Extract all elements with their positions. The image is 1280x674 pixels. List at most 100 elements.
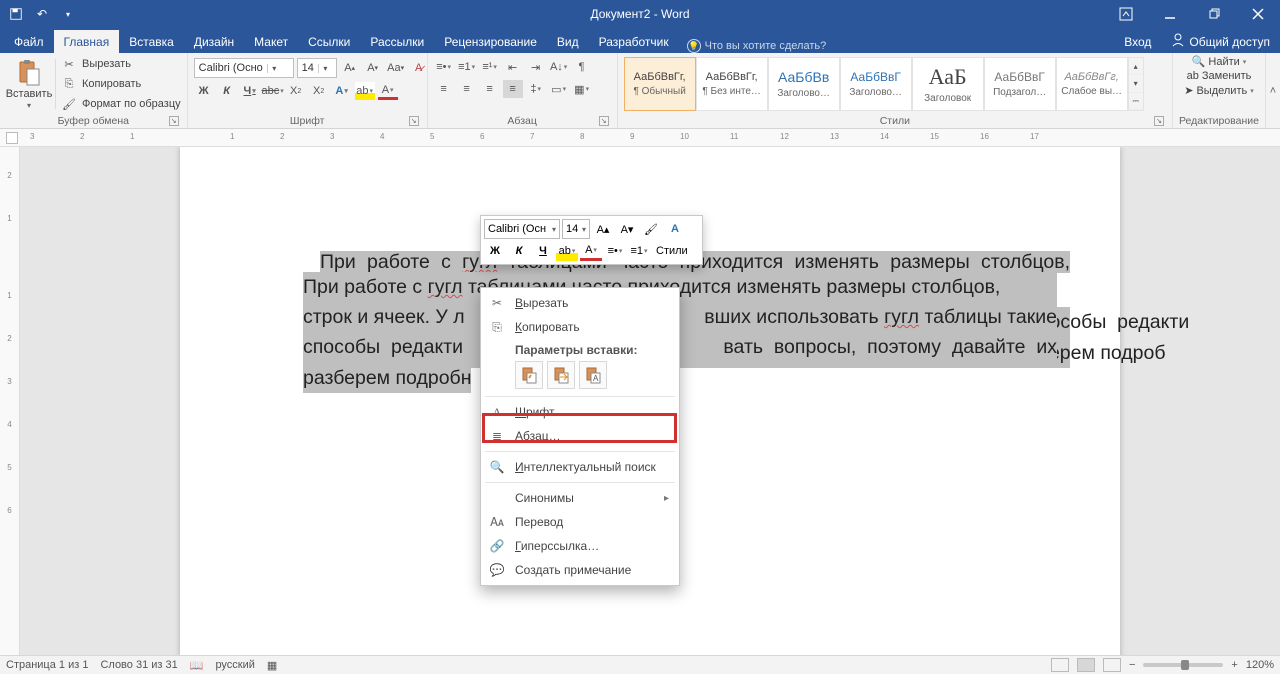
mini-bullets[interactable]: ≡•	[604, 241, 626, 261]
tab-design[interactable]: Дизайн	[184, 30, 244, 53]
ctx-cut[interactable]: ✂Вырезать	[481, 291, 679, 315]
mini-bold[interactable]: Ж	[484, 241, 506, 261]
styles-more[interactable]: ▴▾⎓	[1128, 57, 1144, 111]
save-icon[interactable]	[6, 4, 26, 24]
qat-dropdown-icon[interactable]: ▾	[58, 4, 78, 24]
horizontal-ruler[interactable]: 3211234567891011121314151617	[0, 129, 1280, 147]
style-tile[interactable]: АаБбВвГг,¶ Без инте…	[696, 57, 768, 111]
mini-highlight[interactable]: ab	[556, 241, 578, 261]
language[interactable]: русский	[215, 659, 254, 671]
ctx-copy[interactable]: ⎘Копировать	[481, 315, 679, 339]
subscript-button[interactable]: X2	[286, 82, 306, 100]
change-case-icon[interactable]: Aa▾	[386, 59, 406, 77]
superscript-button[interactable]: X2	[309, 82, 329, 100]
copy-button[interactable]: ⎘Копировать	[59, 75, 181, 93]
clear-format-icon[interactable]: A̷	[409, 59, 429, 77]
ctx-translate[interactable]: 🗛Перевод	[481, 510, 679, 534]
style-tile[interactable]: АаБбВвГПодзагол…	[984, 57, 1056, 111]
ctx-paragraph[interactable]: ≣Абзац…	[481, 424, 679, 448]
strike-button[interactable]: abc	[263, 82, 283, 100]
tab-references[interactable]: Ссылки	[298, 30, 360, 53]
align-right-icon[interactable]: ≡	[480, 80, 500, 98]
text-effects-icon[interactable]: A	[332, 82, 352, 100]
style-tile[interactable]: АаБбВвГЗаголово…	[840, 57, 912, 111]
page-count[interactable]: Страница 1 из 1	[6, 659, 88, 671]
mini-font-color[interactable]: A	[580, 241, 602, 261]
style-tile[interactable]: АаБЗаголовок	[912, 57, 984, 111]
find-button[interactable]: 🔍Найти▾	[1192, 55, 1247, 68]
tab-mailings[interactable]: Рассылки	[360, 30, 434, 53]
mini-size-combo[interactable]: 14▾	[562, 219, 590, 239]
mini-numbering[interactable]: ≡1	[628, 241, 650, 261]
shrink-font-icon[interactable]: A▾	[363, 59, 383, 77]
show-marks-icon[interactable]: ¶	[572, 58, 592, 76]
style-tile[interactable]: АаБбВвГг,¶ Обычный	[624, 57, 696, 111]
style-tile[interactable]: АаБбВвГг,Слабое вы…	[1056, 57, 1128, 111]
tab-developer[interactable]: Разработчик	[589, 30, 679, 53]
tab-insert[interactable]: Вставка	[119, 30, 184, 53]
paste-button[interactable]: Вставить ▾	[6, 59, 52, 110]
decrease-indent-icon[interactable]: ⇤	[503, 58, 523, 76]
tab-selector[interactable]	[6, 132, 18, 144]
grow-font-icon[interactable]: A▴	[340, 59, 360, 77]
read-mode-icon[interactable]	[1051, 658, 1069, 672]
zoom-slider[interactable]	[1143, 663, 1223, 667]
sort-icon[interactable]: A↓	[549, 58, 569, 76]
mini-shrink-font-icon[interactable]: A▾	[616, 219, 638, 239]
share-button[interactable]: Общий доступ	[1161, 30, 1280, 53]
web-layout-icon[interactable]	[1103, 658, 1121, 672]
shading-icon[interactable]: ▭	[549, 80, 569, 98]
mini-italic[interactable]: К	[508, 241, 530, 261]
styles-dialog-launcher[interactable]: ↘	[1154, 116, 1164, 126]
borders-icon[interactable]: ▦	[572, 80, 592, 98]
highlight-icon[interactable]: ab	[355, 82, 375, 100]
justify-icon[interactable]: ≡	[503, 80, 523, 98]
mini-styles-icon[interactable]: A	[664, 219, 686, 239]
multilevel-icon[interactable]: ≡¹	[480, 58, 500, 76]
tab-home[interactable]: Главная	[54, 30, 120, 53]
sign-in-button[interactable]: Вход	[1114, 30, 1161, 53]
close-button[interactable]	[1236, 0, 1280, 28]
ctx-font[interactable]: AШрифт…	[481, 400, 679, 424]
proofing-icon[interactable]: 📖	[190, 659, 204, 672]
print-layout-icon[interactable]	[1077, 658, 1095, 672]
zoom-out-button[interactable]: −	[1129, 659, 1135, 671]
cut-button[interactable]: ✂Вырезать	[59, 55, 181, 73]
tab-review[interactable]: Рецензирование	[434, 30, 547, 53]
tab-layout[interactable]: Макет	[244, 30, 298, 53]
format-painter-button[interactable]: 🖌Формат по образцу	[59, 95, 181, 113]
style-tile[interactable]: АаБбВвЗаголово…	[768, 57, 840, 111]
font-size-combo[interactable]: 14▾	[297, 58, 337, 78]
para-dialog-launcher[interactable]: ↘	[599, 116, 609, 126]
bold-button[interactable]: Ж	[194, 82, 214, 100]
mini-styles-button[interactable]: Стили	[652, 241, 692, 261]
font-color-icon[interactable]: A	[378, 82, 398, 100]
paste-keep-source-icon[interactable]	[515, 361, 543, 389]
zoom-in-button[interactable]: +	[1231, 659, 1237, 671]
ctx-synonyms[interactable]: Синонимы	[481, 486, 679, 510]
font-dialog-launcher[interactable]: ↘	[409, 116, 419, 126]
mini-grow-font-icon[interactable]: A▴	[592, 219, 614, 239]
select-button[interactable]: ➤Выделить▾	[1184, 84, 1253, 97]
align-left-icon[interactable]: ≡	[434, 80, 454, 98]
tell-me-box[interactable]: 💡 Что вы хотите сделать?	[687, 39, 827, 53]
ctx-smart-lookup[interactable]: 🔍Интеллектуальный поиск	[481, 455, 679, 479]
paste-text-only-icon[interactable]: A	[579, 361, 607, 389]
word-count[interactable]: Слово 31 из 31	[100, 659, 177, 671]
zoom-level[interactable]: 120%	[1246, 659, 1274, 671]
ctx-new-comment[interactable]: 💬Создать примечание	[481, 558, 679, 582]
font-name-combo[interactable]: Calibri (Осно▾	[194, 58, 294, 78]
line-spacing-icon[interactable]: ‡	[526, 80, 546, 98]
vertical-ruler[interactable]: 21123456	[0, 147, 20, 655]
mini-underline[interactable]: Ч	[532, 241, 554, 261]
underline-button[interactable]: Ч	[240, 82, 260, 100]
tab-view[interactable]: Вид	[547, 30, 589, 53]
bullets-icon[interactable]: ≡•	[434, 58, 454, 76]
ribbon-display-options-icon[interactable]	[1104, 0, 1148, 28]
replace-button[interactable]: abЗаменить	[1187, 70, 1252, 82]
collapse-ribbon-icon[interactable]: ˄	[1266, 53, 1280, 128]
align-center-icon[interactable]: ≡	[457, 80, 477, 98]
increase-indent-icon[interactable]: ⇥	[526, 58, 546, 76]
mini-font-combo[interactable]: Calibri (Осн▾	[484, 219, 560, 239]
undo-icon[interactable]: ↶	[32, 4, 52, 24]
